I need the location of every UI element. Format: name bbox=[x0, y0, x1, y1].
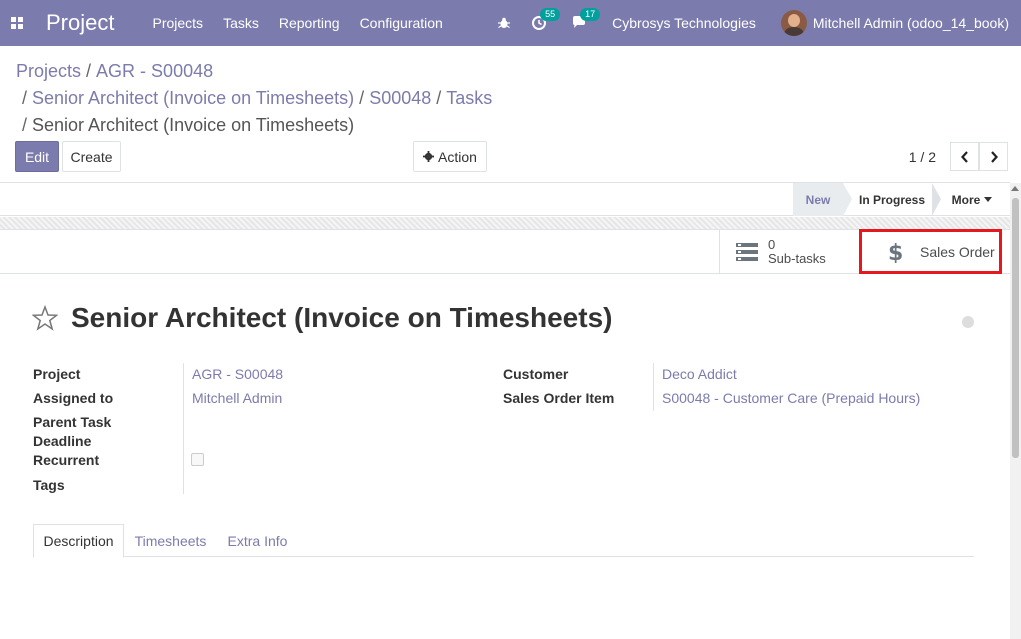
assigned-to-value[interactable]: Mitchell Admin bbox=[192, 390, 282, 406]
notebook-tabs: Description Timesheets Extra Info bbox=[33, 524, 974, 558]
apps-grid-icon[interactable] bbox=[11, 17, 23, 29]
deadline-label: Deadline bbox=[33, 433, 92, 449]
user-menu[interactable]: Mitchell Admin (odoo_14_book) bbox=[813, 15, 1009, 31]
sales-order-item-value[interactable]: S00048 - Customer Care (Prepaid Hours) bbox=[662, 390, 920, 406]
stage-new[interactable]: New bbox=[793, 183, 843, 216]
stage-arrow bbox=[932, 183, 941, 216]
star-icon[interactable] bbox=[32, 305, 58, 331]
recurrent-checkbox[interactable] bbox=[191, 453, 204, 466]
subtasks-count: 0 bbox=[768, 237, 776, 252]
stage-in-progress[interactable]: In Progress bbox=[852, 183, 932, 216]
chevron-right-icon bbox=[990, 150, 998, 163]
breadcrumb-separator: / bbox=[22, 115, 28, 135]
status-stripe bbox=[0, 217, 1010, 229]
task-title[interactable]: Senior Architect (Invoice on Timesheets) bbox=[71, 302, 612, 334]
field-divider bbox=[653, 363, 654, 411]
breadcrumb-tasks[interactable]: Tasks bbox=[446, 88, 492, 108]
stage-more-label: More bbox=[951, 192, 981, 207]
breadcrumb: Projects / AGR - S00048 /Senior Architect … bbox=[16, 58, 576, 139]
customer-value[interactable]: Deco Addict bbox=[662, 366, 737, 382]
pager-next-button[interactable] bbox=[979, 142, 1008, 171]
breadcrumb-current: Senior Architect (Invoice on Timesheets) bbox=[32, 115, 355, 135]
create-button[interactable]: Create bbox=[62, 141, 121, 172]
breadcrumb-separator: / bbox=[86, 61, 92, 81]
gear-icon bbox=[423, 151, 435, 162]
activity-count-badge: 55 bbox=[540, 8, 561, 21]
subtasks-button[interactable]: 0 Sub-tasks bbox=[719, 230, 859, 274]
action-label: Action bbox=[438, 148, 477, 165]
project-value[interactable]: AGR - S00048 bbox=[192, 366, 283, 382]
breadcrumb-sale-order[interactable]: S00048 bbox=[369, 88, 431, 108]
messages-count-badge: 17 bbox=[580, 8, 601, 21]
kanban-state-dot[interactable] bbox=[962, 316, 974, 328]
chevron-left-icon bbox=[960, 150, 968, 163]
tab-extra-info[interactable]: Extra Info bbox=[217, 524, 298, 557]
breadcrumb-line-3: / Senior Architect (Invoice on Timesheets… bbox=[16, 112, 576, 139]
stage-arrow bbox=[843, 183, 852, 216]
bug-icon[interactable] bbox=[498, 17, 511, 29]
user-avatar[interactable] bbox=[780, 10, 807, 36]
subtasks-label: Sub-tasks bbox=[768, 251, 826, 266]
main-menu: Projects Tasks Reporting Configuration bbox=[152, 15, 462, 31]
edit-button[interactable]: Edit bbox=[15, 141, 59, 172]
breadcrumb-projects[interactable]: Projects bbox=[16, 61, 81, 81]
systray: 55 17 Cybrosys Technologies Mitchell Adm… bbox=[498, 0, 1021, 46]
tasks-icon bbox=[736, 243, 758, 261]
scrollbar-thumb[interactable] bbox=[1012, 198, 1019, 458]
activity-icon[interactable]: 55 bbox=[532, 8, 561, 31]
parent-task-label: Parent Task bbox=[33, 414, 112, 430]
menu-projects[interactable]: Projects bbox=[152, 15, 203, 31]
breadcrumb-line-2: / Senior Architect (Invoice on Timesheets… bbox=[16, 85, 576, 112]
breadcrumb-project-agr[interactable]: AGR - S00048 bbox=[96, 61, 213, 81]
menu-configuration[interactable]: Configuration bbox=[360, 15, 443, 31]
project-label: Project bbox=[33, 366, 81, 382]
app-brand[interactable]: Project bbox=[46, 10, 114, 36]
field-divider bbox=[183, 363, 184, 494]
scroll-up-arrow-icon[interactable] bbox=[1011, 186, 1019, 191]
breadcrumb-separator: / bbox=[436, 88, 442, 108]
breadcrumb-line-1: Projects / AGR - S00048 bbox=[16, 58, 576, 85]
tags-label: Tags bbox=[33, 477, 65, 493]
tab-description[interactable]: Description bbox=[33, 524, 124, 558]
sales-order-highlight bbox=[859, 229, 1002, 274]
sales-order-item-label: Sales Order Item bbox=[503, 390, 615, 406]
assigned-to-label: Assigned to bbox=[33, 390, 114, 406]
pager-previous-button[interactable] bbox=[950, 142, 979, 171]
top-navbar: Project Projects Tasks Reporting Configu… bbox=[0, 0, 1021, 46]
menu-tasks[interactable]: Tasks bbox=[223, 15, 259, 31]
breadcrumb-separator: / bbox=[359, 88, 365, 108]
caret-down-icon bbox=[984, 197, 993, 202]
pager-value[interactable]: 1 / 2 bbox=[909, 149, 936, 165]
company-switcher[interactable]: Cybrosys Technologies bbox=[612, 15, 756, 31]
breadcrumb-separator: / bbox=[22, 88, 28, 108]
recurrent-label: Recurrent bbox=[33, 452, 100, 468]
breadcrumb-task-parent[interactable]: Senior Architect (Invoice on Timesheets) bbox=[32, 88, 354, 108]
messages-icon[interactable]: 17 bbox=[572, 8, 601, 31]
stage-more-dropdown[interactable]: More bbox=[946, 183, 998, 216]
action-button[interactable]: Action bbox=[413, 141, 487, 172]
menu-reporting[interactable]: Reporting bbox=[279, 15, 340, 31]
customer-label: Customer bbox=[503, 366, 569, 382]
tab-timesheets[interactable]: Timesheets bbox=[124, 524, 217, 557]
status-bar: New In Progress More bbox=[0, 183, 1010, 216]
